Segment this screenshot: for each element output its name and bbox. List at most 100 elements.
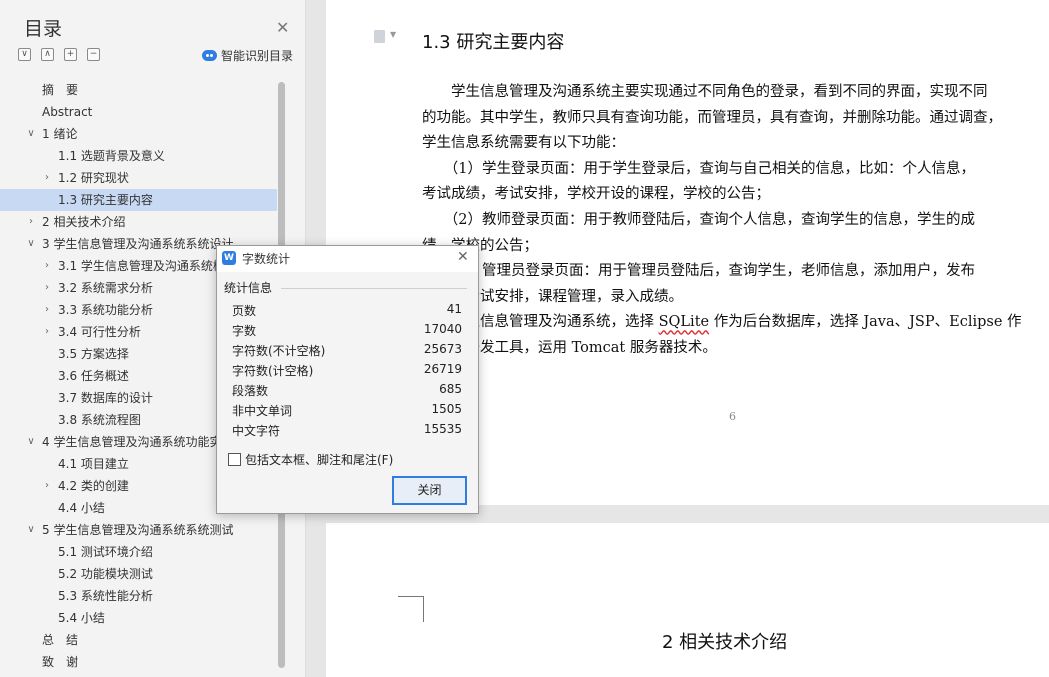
toc-item-label: 3 学生信息管理及沟通系统系统设计 xyxy=(42,237,234,251)
toc-item-label: 3.5 方案选择 xyxy=(58,347,129,361)
stat-label: 字符数(不计空格) xyxy=(232,344,326,358)
chevron-right-icon[interactable]: › xyxy=(42,321,52,343)
toc-item[interactable]: 5.2 功能模块测试 xyxy=(0,563,290,585)
toc-item[interactable]: 5.3 系统性能分析 xyxy=(0,585,290,607)
toc-item-label: 3.3 系统功能分析 xyxy=(58,303,153,317)
stat-row: 中文字符 15535 xyxy=(232,422,462,442)
stat-label: 页数 xyxy=(232,304,257,318)
chevron-right-icon[interactable]: › xyxy=(42,167,52,189)
toc-toolbar: ∨ ∧ + − xyxy=(18,48,100,61)
stat-row: 页数 41 xyxy=(232,302,462,322)
toc-item-label: 1.1 选题背景及意义 xyxy=(58,149,165,163)
stat-row: 字符数(不计空格) 25673 xyxy=(232,342,462,362)
chevron-down-icon[interactable]: ∨ xyxy=(26,233,36,255)
stats-group-label: 统计信息 xyxy=(224,281,273,295)
word-count-dialog: W 字数统计 ✕ 统计信息 页数 41 字数 17040 字符数(不计空格) 25673 字… xyxy=(216,245,479,514)
chevron-right-icon[interactable]: › xyxy=(42,299,52,321)
dialog-close-icon[interactable]: ✕ xyxy=(457,249,469,265)
toc-item-label: 3.1 学生信息管理及沟通系统概 xyxy=(58,259,225,273)
stat-value: 17040 xyxy=(423,322,462,336)
toc-item[interactable]: 5.1 测试环境介绍 xyxy=(0,541,290,563)
stat-label: 非中文单词 xyxy=(232,404,293,418)
toc-item[interactable]: › 2 相关技术介绍 xyxy=(0,211,290,233)
stat-label: 字数 xyxy=(232,324,257,338)
stat-value: 41 xyxy=(446,302,462,316)
body-text-line: 学生信息管理及沟通系统，选择 SQLite 作为后台数据库，选择 Java、JS… xyxy=(422,314,1022,331)
document-page-next[interactable]: 2 相关技术介绍 xyxy=(326,523,1049,677)
toc-item-label: 1.2 研究现状 xyxy=(58,171,129,185)
toc-item-label: Abstract xyxy=(42,105,93,119)
wps-logo-icon: W xyxy=(222,251,236,265)
expand-all-button[interactable]: ∨ xyxy=(18,48,31,61)
toc-item-label: 4 学生信息管理及沟通系统功能实 xyxy=(42,435,222,449)
toc-item-label: 4.1 项目建立 xyxy=(58,457,129,471)
add-item-button[interactable]: + xyxy=(64,48,77,61)
include-textbox-checkbox[interactable] xyxy=(228,453,241,466)
toc-item-label: 2 相关技术介绍 xyxy=(42,215,126,229)
stat-label: 中文字符 xyxy=(232,424,281,438)
toc-item-label: 总 结 xyxy=(42,633,79,647)
chevron-right-icon[interactable]: › xyxy=(26,211,36,233)
smart-bot-icon xyxy=(202,50,217,61)
toc-item[interactable]: 致 谢 xyxy=(0,651,290,673)
toc-item-label: 3.2 系统需求分析 xyxy=(58,281,153,295)
chevron-down-icon[interactable]: ▼ xyxy=(390,30,396,39)
toc-item-label: 5 学生信息管理及沟通系统系统测试 xyxy=(42,523,234,537)
toc-item[interactable]: 总 结 xyxy=(0,629,290,651)
toc-item-label: 1 绪论 xyxy=(42,127,78,141)
group-divider xyxy=(281,288,467,289)
stat-value: 15535 xyxy=(423,422,462,436)
toc-item[interactable]: 摘 要 xyxy=(0,79,290,101)
body-text-line: 考试成绩，考试安排，学校开设的课程，学校的公告； xyxy=(422,186,770,203)
remove-item-button[interactable]: − xyxy=(87,48,100,61)
toc-item[interactable]: Abstract xyxy=(0,101,290,123)
close-button[interactable]: 关闭 xyxy=(392,476,467,505)
chevron-right-icon[interactable]: › xyxy=(42,277,52,299)
page-number: 6 xyxy=(729,410,736,423)
body-text-line: （3）管理员登录页面：用于管理员登陆后，查询学生，老师信息，添加用户，发布 xyxy=(422,263,975,280)
stat-value: 26719 xyxy=(423,362,462,376)
collapse-all-button[interactable]: ∧ xyxy=(41,48,54,61)
toc-item[interactable]: 5.4 小结 xyxy=(0,607,290,629)
chevron-right-icon[interactable]: › xyxy=(42,255,52,277)
margin-corner-mark xyxy=(398,596,424,597)
margin-corner-mark-vertical xyxy=(423,596,424,622)
chevron-down-icon[interactable]: ∨ xyxy=(26,519,36,541)
toc-item-label: 3.7 数据库的设计 xyxy=(58,391,153,405)
toc-item[interactable]: 1.1 选题背景及意义 xyxy=(0,145,290,167)
include-textbox-label[interactable]: 包括文本框、脚注和尾注(F) xyxy=(245,451,393,468)
toc-title: 目录 xyxy=(24,18,63,40)
toc-item-label: 5.1 测试环境介绍 xyxy=(58,545,153,559)
doc-outline-icon[interactable] xyxy=(374,30,385,43)
toc-item-label: 5.3 系统性能分析 xyxy=(58,589,153,603)
stat-row: 非中文单词 1505 xyxy=(232,402,462,422)
toc-item[interactable]: ∨ 5 学生信息管理及沟通系统系统测试 xyxy=(0,519,290,541)
toc-item-label: 3.8 系统流程图 xyxy=(58,413,141,427)
body-text-line: 的功能。其中学生，教师只具有查询功能，而管理员，具有查询，并删除功能。通过调查， xyxy=(422,109,1002,126)
toc-item[interactable]: ∨ 1 绪论 xyxy=(0,123,290,145)
stat-row: 段落数 685 xyxy=(232,382,462,402)
toc-item-label: 5.2 功能模块测试 xyxy=(58,567,153,581)
dialog-titlebar[interactable]: W 字数统计 ✕ xyxy=(217,246,478,272)
smart-toc-button[interactable]: 智能识别目录 xyxy=(202,47,293,64)
chevron-down-icon[interactable]: ∨ xyxy=(26,123,36,145)
chevron-down-icon[interactable]: ∨ xyxy=(26,431,36,453)
chevron-right-icon[interactable]: › xyxy=(42,475,52,497)
toc-item-label: 摘 要 xyxy=(42,83,79,97)
stat-row: 字数 17040 xyxy=(232,322,462,342)
toc-item[interactable]: 1.3 研究主要内容 xyxy=(0,189,277,211)
toc-item[interactable]: › 1.2 研究现状 xyxy=(0,167,290,189)
body-text-line: 学生信息系统需要有以下功能： xyxy=(422,135,625,152)
toc-item-label: 5.4 小结 xyxy=(58,611,105,625)
chapter-heading: 2 相关技术介绍 xyxy=(662,632,788,653)
dialog-title: 字数统计 xyxy=(242,252,291,266)
toc-item-label: 3.6 任务概述 xyxy=(58,369,129,383)
toc-item-label: 致 谢 xyxy=(42,655,79,669)
stat-row: 字符数(计空格) 26719 xyxy=(232,362,462,382)
section-heading: 1.3 研究主要内容 xyxy=(422,32,565,53)
body-text-line: 学生信息管理及沟通系统主要实现通过不同角色的登录，看到不同的界面，实现不同 xyxy=(422,84,988,100)
toc-close-icon[interactable]: ✕ xyxy=(276,18,289,37)
stat-label: 字符数(计空格) xyxy=(232,364,314,378)
stat-value: 1505 xyxy=(431,402,462,416)
toc-item-label: 1.3 研究主要内容 xyxy=(58,193,153,207)
